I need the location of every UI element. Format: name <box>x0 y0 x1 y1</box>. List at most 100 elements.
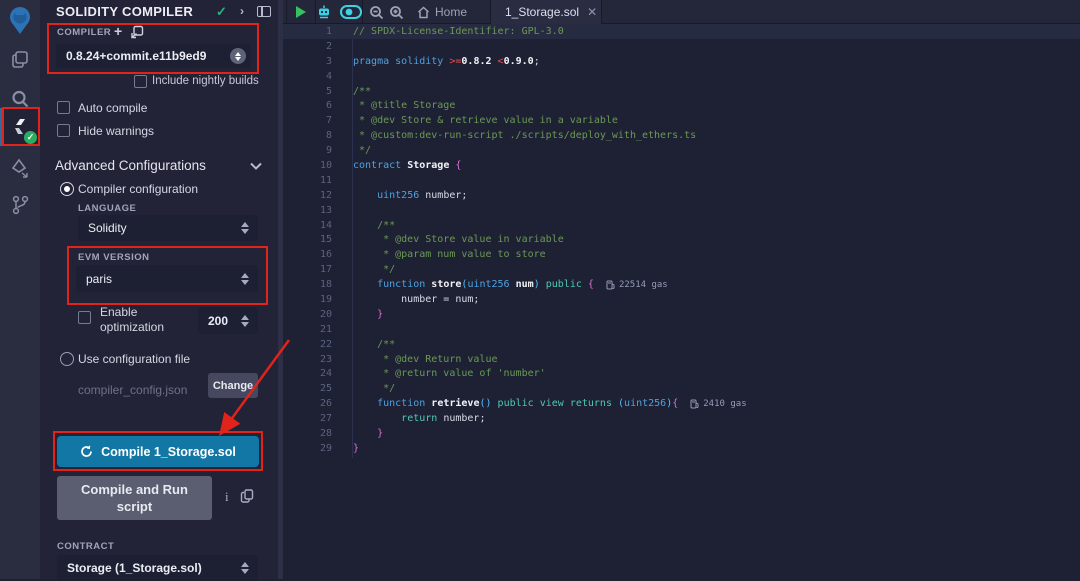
change-config-button[interactable]: Change <box>208 373 258 398</box>
line-number[interactable]: 7 <box>283 115 332 126</box>
advanced-config-title[interactable]: Advanced Configurations <box>55 158 206 173</box>
line-number[interactable]: 24 <box>283 368 332 379</box>
copilot-toggle-switch[interactable] <box>340 5 362 19</box>
hide-warnings-checkbox[interactable] <box>57 124 70 137</box>
code-line[interactable]: 21 <box>283 322 1080 337</box>
line-number[interactable]: 1 <box>283 26 332 37</box>
copy-icon[interactable] <box>240 488 254 503</box>
code-line[interactable]: 23 * @dev Return value <box>283 352 1080 367</box>
gas-pump-icon <box>690 399 699 409</box>
zoom-in-icon[interactable] <box>389 5 404 20</box>
code-line[interactable]: 4 <box>283 69 1080 84</box>
code-line[interactable]: 5/** <box>283 84 1080 99</box>
tab-close-icon[interactable]: ✕ <box>587 5 597 19</box>
code-line[interactable]: 22 /** <box>283 337 1080 352</box>
sidebar-item-git[interactable] <box>0 186 40 224</box>
code-line[interactable]: 19 number = num; <box>283 292 1080 307</box>
evm-version-select[interactable]: paris <box>76 265 258 292</box>
line-content: */ <box>332 383 395 394</box>
play-icon <box>295 5 307 19</box>
line-number[interactable]: 29 <box>283 443 332 454</box>
line-number[interactable]: 5 <box>283 86 332 97</box>
code-line[interactable]: 28 } <box>283 426 1080 441</box>
code-line[interactable]: 3pragma solidity >=0.8.2 <0.9.0; <box>283 54 1080 69</box>
info-icon[interactable]: i <box>225 489 229 505</box>
compiler-config-radio[interactable] <box>60 182 74 196</box>
contract-select[interactable]: Storage (1_Storage.sol) <box>57 555 258 581</box>
line-number[interactable]: 12 <box>283 190 332 201</box>
chevron-down-icon[interactable] <box>250 162 262 170</box>
compiler-version-select[interactable]: 0.8.24+commit.e11b9ed9 <box>56 44 251 68</box>
line-number[interactable]: 28 <box>283 428 332 439</box>
code-line[interactable]: 10contract Storage { <box>283 158 1080 173</box>
line-number[interactable]: 6 <box>283 100 332 111</box>
use-config-file-radio[interactable] <box>60 352 74 366</box>
code-line[interactable]: 6 * @title Storage <box>283 98 1080 113</box>
code-line[interactable]: 8 * @custom:dev-run-script ./scripts/dep… <box>283 128 1080 143</box>
code-line[interactable]: 2 <box>283 39 1080 54</box>
remix-ai-robot-icon[interactable] <box>316 5 332 20</box>
line-number[interactable]: 3 <box>283 56 332 67</box>
line-number[interactable]: 8 <box>283 130 332 141</box>
code-line[interactable]: 16 * @param num value to store <box>283 247 1080 262</box>
deploy-run-icon <box>10 158 30 180</box>
tab-1-storage-sol[interactable]: 1_Storage.sol ✕ <box>490 0 602 24</box>
auto-compile-checkbox[interactable] <box>57 101 70 114</box>
optimization-runs-input[interactable]: 200 <box>198 307 258 334</box>
code-line[interactable]: 20 } <box>283 307 1080 322</box>
compile-button[interactable]: Compile 1_Storage.sol <box>57 436 259 467</box>
code-line[interactable]: 1// SPDX-License-Identifier: GPL-3.0 <box>283 24 1080 39</box>
line-number[interactable]: 20 <box>283 309 332 320</box>
line-number[interactable]: 14 <box>283 220 332 231</box>
code-line[interactable]: 13 <box>283 203 1080 218</box>
code-lines: 1// SPDX-License-Identifier: GPL-3.0 2 3pr… <box>283 24 1080 456</box>
line-number[interactable]: 4 <box>283 71 332 82</box>
line-number[interactable]: 19 <box>283 294 332 305</box>
line-number[interactable]: 27 <box>283 413 332 424</box>
code-line[interactable]: 24 * @return value of 'number' <box>283 366 1080 381</box>
run-script-button[interactable] <box>286 0 316 24</box>
line-number[interactable]: 23 <box>283 354 332 365</box>
compile-and-run-button[interactable]: Compile and Run script <box>57 476 212 520</box>
pin-panel-icon[interactable] <box>257 6 271 17</box>
sidebar-item-deploy-run[interactable] <box>0 150 40 188</box>
line-number[interactable]: 22 <box>283 339 332 350</box>
code-line[interactable]: 17 */ <box>283 262 1080 277</box>
nightly-builds-checkbox[interactable] <box>134 75 147 88</box>
code-line[interactable]: 12 uint256 number; <box>283 188 1080 203</box>
code-line[interactable]: 27 return number; <box>283 411 1080 426</box>
code-line[interactable]: 15 * @dev Store value in variable <box>283 232 1080 247</box>
line-number[interactable]: 15 <box>283 234 332 245</box>
code-line[interactable]: 25 */ <box>283 381 1080 396</box>
sidebar-item-file-explorer[interactable] <box>0 40 40 78</box>
enable-optimization-checkbox[interactable] <box>78 311 91 324</box>
code-line[interactable]: 18 function store(uint256 num) public {2… <box>283 277 1080 292</box>
sidebar-item-solidity-compiler[interactable]: ✓ <box>0 108 40 146</box>
line-number[interactable]: 17 <box>283 264 332 275</box>
line-number[interactable]: 16 <box>283 249 332 260</box>
line-number[interactable]: 25 <box>283 383 332 394</box>
zoom-out-icon[interactable] <box>369 5 384 20</box>
language-stepper-icon <box>241 222 249 234</box>
line-number[interactable]: 2 <box>283 41 332 52</box>
remix-logo-icon[interactable] <box>0 2 40 40</box>
line-number[interactable]: 9 <box>283 145 332 156</box>
line-number[interactable]: 11 <box>283 175 332 186</box>
tab-home[interactable]: Home <box>417 0 467 24</box>
code-line[interactable]: 26 function retrieve() public view retur… <box>283 396 1080 411</box>
code-line[interactable]: 9 */ <box>283 143 1080 158</box>
code-line[interactable]: 29} <box>283 441 1080 456</box>
line-number[interactable]: 21 <box>283 324 332 335</box>
line-number[interactable]: 13 <box>283 205 332 216</box>
code-line[interactable]: 14 /** <box>283 218 1080 233</box>
line-number[interactable]: 26 <box>283 398 332 409</box>
add-compiler-icon[interactable]: + <box>114 23 122 39</box>
line-number[interactable]: 18 <box>283 279 332 290</box>
language-select[interactable]: Solidity <box>78 215 258 241</box>
chevron-right-icon[interactable]: › <box>240 4 244 18</box>
code-line[interactable]: 7 * @dev Store & retrieve value in a var… <box>283 113 1080 128</box>
import-compiler-icon[interactable] <box>130 25 144 39</box>
line-number[interactable]: 10 <box>283 160 332 171</box>
code-line[interactable]: 11 <box>283 173 1080 188</box>
code-editor[interactable]: 1// SPDX-License-Identifier: GPL-3.0 2 3pr… <box>283 24 1080 579</box>
